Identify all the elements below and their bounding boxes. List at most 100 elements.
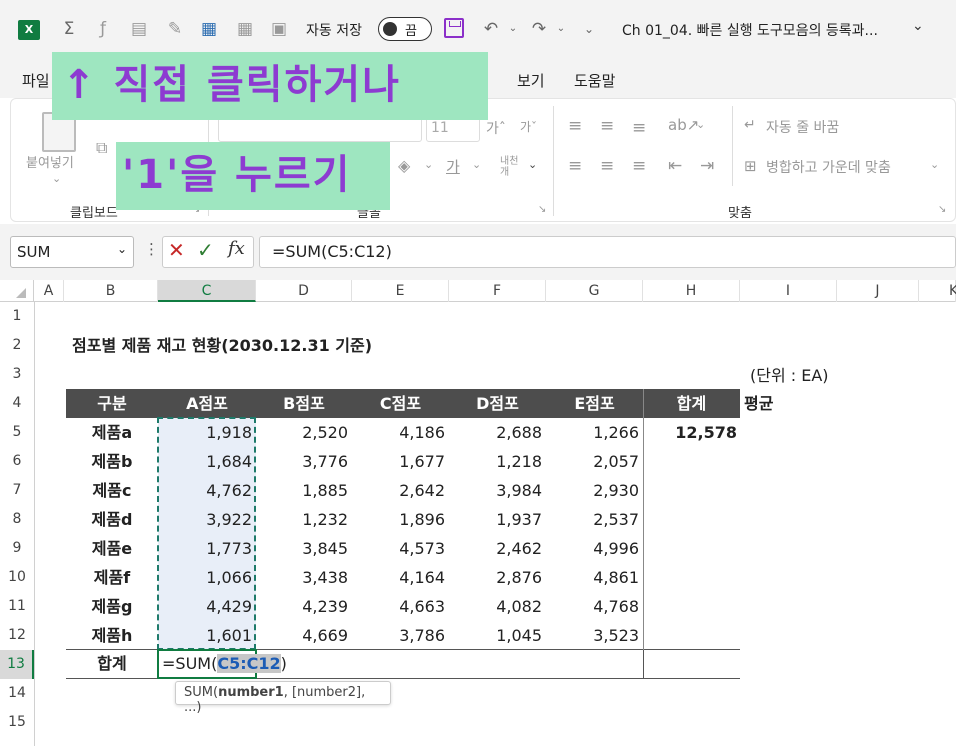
row-label[interactable]: 제품b	[66, 447, 158, 476]
font-color-icon[interactable]: 가	[446, 156, 460, 177]
alignment-launcher-icon[interactable]: ↘	[938, 204, 946, 215]
insert-function-icon[interactable]: fx	[228, 238, 245, 259]
header-cell[interactable]: 구분	[66, 389, 158, 418]
shrink-font-icon[interactable]: 가ˇ	[520, 118, 537, 135]
row-header[interactable]: 10	[0, 563, 34, 592]
menu-file[interactable]: 파일	[22, 70, 50, 91]
data-cell[interactable]: 1,937	[449, 505, 542, 534]
decrease-indent-icon[interactable]: ⇤	[668, 156, 682, 176]
wrap-text-icon[interactable]: ↵	[744, 117, 756, 133]
column-header[interactable]: E	[352, 280, 449, 302]
phonetic-dropdown-icon[interactable]: ⌄	[528, 158, 537, 171]
paste-dropdown-icon[interactable]: ⌄	[52, 172, 61, 185]
total-cell[interactable]	[643, 592, 737, 621]
align-left-icon[interactable]: ≡	[568, 156, 582, 176]
fill-dropdown-icon[interactable]: ⌄	[424, 158, 433, 171]
merge-dropdown-icon[interactable]: ⌄	[930, 158, 939, 171]
header-cell[interactable]: E점포	[546, 389, 643, 418]
menu-view[interactable]: 보기	[517, 70, 545, 91]
total-cell[interactable]	[643, 505, 737, 534]
data-cell[interactable]: 2,537	[546, 505, 639, 534]
align-top-icon[interactable]: ≡	[568, 116, 582, 136]
column-header[interactable]: F	[449, 280, 546, 302]
data-cell[interactable]: 4,239	[256, 592, 348, 621]
enter-check-icon[interactable]: ✓	[197, 238, 214, 262]
data-cell[interactable]: 2,688	[449, 418, 542, 447]
fill-color-icon[interactable]: ◈	[398, 156, 410, 175]
form-icon[interactable]: ▣	[268, 18, 290, 40]
data-cell[interactable]: 1,773	[158, 534, 252, 563]
number-format-icon[interactable]: ▤	[128, 18, 150, 40]
font-color-dropdown-icon[interactable]: ⌄	[472, 158, 481, 171]
data-cell[interactable]: 1,677	[352, 447, 445, 476]
sheet-title[interactable]: 점포별 제품 재고 현황(2030.12.31 기준)	[72, 331, 372, 360]
copy-icon[interactable]: ⧉	[96, 138, 107, 158]
header-cell[interactable]: 합계	[643, 389, 740, 418]
data-cell[interactable]: 3,438	[256, 563, 348, 592]
grid-icon[interactable]: ▦	[198, 18, 220, 40]
undo-icon[interactable]: ↶	[480, 18, 502, 40]
data-cell[interactable]: 3,776	[256, 447, 348, 476]
total-cell[interactable]	[643, 447, 737, 476]
data-cell[interactable]: 1,601	[158, 621, 252, 650]
increase-indent-icon[interactable]: ⇥	[700, 156, 714, 176]
data-cell[interactable]: 1,045	[449, 621, 542, 650]
column-header[interactable]: A	[34, 280, 64, 302]
formula-input[interactable]: =SUM(C5:C12)	[259, 236, 956, 268]
align-middle-icon[interactable]: ≡	[600, 116, 614, 136]
table-icon[interactable]: ▦	[234, 18, 256, 40]
save-icon[interactable]	[444, 18, 464, 38]
phonetic-icon[interactable]: 내천 개	[500, 156, 518, 178]
row-label[interactable]: 제품f	[66, 563, 158, 592]
row-header[interactable]: 9	[0, 534, 34, 563]
column-header[interactable]: I	[740, 280, 837, 302]
data-cell[interactable]: 4,186	[352, 418, 445, 447]
row-header[interactable]: 7	[0, 476, 34, 505]
data-cell[interactable]: 4,663	[352, 592, 445, 621]
cancel-icon[interactable]: ✕	[168, 238, 185, 262]
row-label[interactable]: 제품c	[66, 476, 158, 505]
row-header[interactable]: 3	[0, 360, 34, 389]
data-cell[interactable]: 4,861	[546, 563, 639, 592]
row-header[interactable]: 1	[0, 302, 34, 331]
column-header-active[interactable]: C	[158, 280, 256, 302]
redo-dropdown-icon[interactable]: ⌄	[550, 18, 572, 40]
format-painter-icon[interactable]: ✎	[164, 18, 186, 40]
data-cell[interactable]: 1,266	[546, 418, 639, 447]
customize-qat-icon[interactable]: ⌄	[578, 18, 600, 40]
data-cell[interactable]: 4,762	[158, 476, 252, 505]
autosave-toggle[interactable]: 끔	[378, 17, 432, 41]
data-cell[interactable]: 4,573	[352, 534, 445, 563]
column-header[interactable]: G	[546, 280, 643, 302]
name-box[interactable]: SUM ⌄	[10, 236, 134, 268]
row-header[interactable]: 8	[0, 505, 34, 534]
row-label[interactable]: 제품a	[66, 418, 158, 447]
row-label[interactable]: 제품h	[66, 621, 158, 650]
data-cell[interactable]: 4,082	[449, 592, 542, 621]
document-title[interactable]: Ch 01_04. 빠른 실행 도구모음의 등록과...	[622, 20, 878, 40]
row-header[interactable]: 12	[0, 621, 34, 650]
row-header[interactable]: 2	[0, 331, 34, 360]
data-cell[interactable]: 3,786	[352, 621, 445, 650]
redo-icon[interactable]: ↷	[528, 18, 550, 40]
column-header[interactable]: B	[64, 280, 158, 302]
merge-center-button[interactable]: 병합하고 가운데 맞춤	[766, 157, 891, 177]
menu-help[interactable]: 도움말	[574, 70, 615, 91]
data-cell[interactable]: 1,896	[352, 505, 445, 534]
total-cell[interactable]	[643, 563, 737, 592]
total-cell[interactable]: 12,578	[643, 418, 737, 447]
header-cell[interactable]: A점포	[158, 389, 256, 418]
column-header[interactable]: J	[837, 280, 919, 302]
data-cell[interactable]: 1,885	[256, 476, 348, 505]
function-tooltip[interactable]: SUM(number1, [number2], ...)	[175, 681, 391, 715]
row-header[interactable]: 5	[0, 418, 34, 447]
total-row-label[interactable]: 합계	[66, 649, 158, 678]
data-cell[interactable]: 1,232	[256, 505, 348, 534]
data-cell[interactable]: 2,876	[449, 563, 542, 592]
data-cell[interactable]: 1,918	[158, 418, 252, 447]
data-cell[interactable]: 1,066	[158, 563, 252, 592]
data-cell[interactable]: 2,520	[256, 418, 348, 447]
data-cell[interactable]: 4,768	[546, 592, 639, 621]
data-cell[interactable]: 3,845	[256, 534, 348, 563]
header-cell[interactable]: D점포	[449, 389, 546, 418]
